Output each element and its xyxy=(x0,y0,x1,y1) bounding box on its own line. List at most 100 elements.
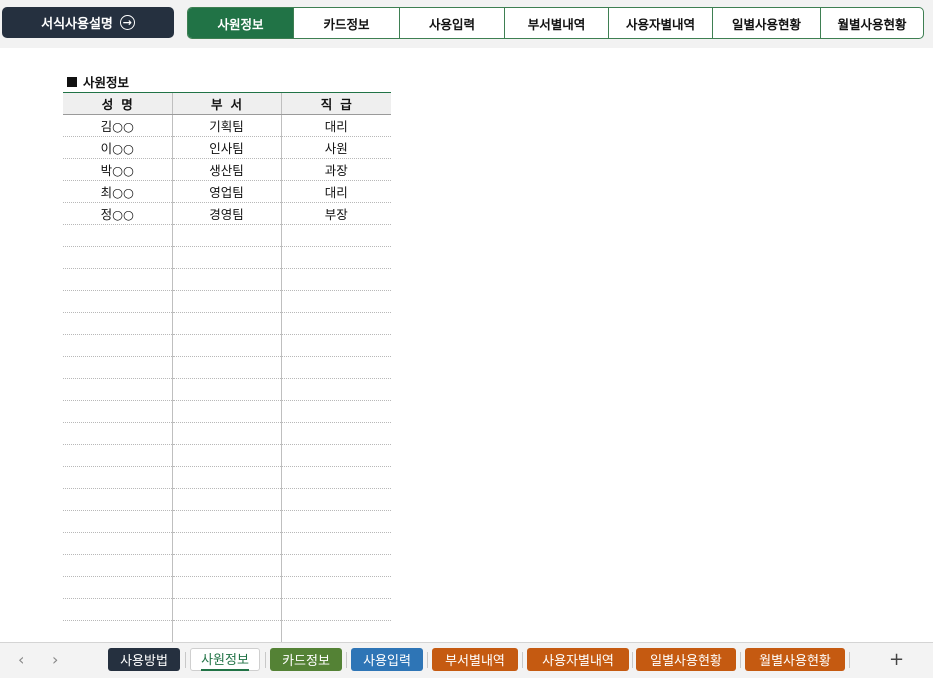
cell-department[interactable] xyxy=(171,510,281,533)
cell-position[interactable] xyxy=(280,576,391,599)
cell-position[interactable] xyxy=(280,334,391,357)
cell-department[interactable] xyxy=(171,268,281,291)
cell-name[interactable] xyxy=(63,598,172,621)
cell-position[interactable] xyxy=(280,378,391,401)
cell-department[interactable] xyxy=(171,378,281,401)
cell-name[interactable] xyxy=(63,246,172,269)
cell-position[interactable]: 대리 xyxy=(280,114,391,137)
tab-daily-status[interactable]: 일별사용현황 xyxy=(712,8,820,38)
sheet-tab-monthly-status[interactable]: 월별사용현황 xyxy=(745,648,845,671)
cell-name[interactable] xyxy=(63,488,172,511)
sheet-tab-how-to-use[interactable]: 사용방법 xyxy=(108,648,180,671)
cell-name[interactable] xyxy=(63,510,172,533)
cell-position[interactable] xyxy=(280,554,391,577)
cell-name[interactable] xyxy=(63,378,172,401)
cell-position[interactable] xyxy=(280,400,391,423)
cell-position[interactable] xyxy=(280,356,391,379)
add-sheet-icon[interactable]: + xyxy=(889,649,904,670)
tab-separator xyxy=(346,652,347,668)
cell-name[interactable] xyxy=(63,422,172,445)
cell-position[interactable] xyxy=(280,290,391,313)
cell-position[interactable]: 과장 xyxy=(280,158,391,181)
cell-position[interactable] xyxy=(280,246,391,269)
cell-position[interactable] xyxy=(280,532,391,555)
cell-department[interactable] xyxy=(171,488,281,511)
cell-position[interactable] xyxy=(280,510,391,533)
tab-dept-details[interactable]: 부서별내역 xyxy=(504,8,608,38)
tab-employee-info[interactable]: 사원정보 xyxy=(188,8,293,38)
cell-department[interactable] xyxy=(171,290,281,313)
guide-button-label: 서식사용설명 xyxy=(41,17,113,32)
tab-card-info[interactable]: 카드정보 xyxy=(293,8,399,38)
cell-position[interactable] xyxy=(280,620,391,643)
cell-name[interactable] xyxy=(63,576,172,599)
cell-position[interactable] xyxy=(280,444,391,467)
cell-department[interactable] xyxy=(171,312,281,335)
cell-department[interactable] xyxy=(171,224,281,247)
sheet-tab-dept-details[interactable]: 부서별내역 xyxy=(432,648,518,671)
cell-name[interactable] xyxy=(63,224,172,247)
sheet-tab-user-details[interactable]: 사용자별내역 xyxy=(527,648,629,671)
sheet-tab-employee-info[interactable]: 사원정보 xyxy=(190,648,260,671)
cell-department[interactable] xyxy=(171,246,281,269)
cell-position[interactable] xyxy=(280,488,391,511)
cell-department[interactable]: 경영팀 xyxy=(171,202,281,225)
cell-position[interactable] xyxy=(280,422,391,445)
cell-position[interactable] xyxy=(280,268,391,291)
cell-department[interactable] xyxy=(171,400,281,423)
cell-department[interactable]: 인사팀 xyxy=(171,136,281,159)
sheet-tab-daily-status[interactable]: 일별사용현황 xyxy=(636,648,736,671)
cell-position[interactable] xyxy=(280,224,391,247)
tab-separator xyxy=(522,652,523,668)
scroll-left-icon[interactable]: ‹ xyxy=(18,650,24,669)
cell-name[interactable] xyxy=(63,620,172,643)
tab-separator xyxy=(265,652,266,668)
sheet-tab-label: 사용방법 xyxy=(120,654,168,669)
cell-name[interactable]: 정○○ xyxy=(63,202,172,225)
table-row-empty xyxy=(63,554,391,577)
tab-usage-input[interactable]: 사용입력 xyxy=(399,8,504,38)
cell-name[interactable] xyxy=(63,466,172,489)
cell-name[interactable] xyxy=(63,400,172,423)
cell-name[interactable] xyxy=(63,312,172,335)
cell-department[interactable] xyxy=(171,532,281,555)
table-row: 최○○ 영업팀 대리 xyxy=(63,180,391,203)
cell-position[interactable] xyxy=(280,598,391,621)
cell-department[interactable] xyxy=(171,466,281,489)
sheet-tab-card-info[interactable]: 카드정보 xyxy=(270,648,342,671)
cell-name[interactable] xyxy=(63,532,172,555)
cell-name[interactable] xyxy=(63,290,172,313)
cell-name[interactable] xyxy=(63,444,172,467)
cell-name[interactable] xyxy=(63,334,172,357)
cell-department[interactable] xyxy=(171,620,281,643)
sheet-tab-usage-input[interactable]: 사용입력 xyxy=(351,648,423,671)
cell-department[interactable] xyxy=(171,334,281,357)
guide-button[interactable]: 서식사용설명 → xyxy=(2,7,174,38)
tab-user-details[interactable]: 사용자별내역 xyxy=(608,8,712,38)
square-bullet-icon xyxy=(67,76,77,87)
cell-position[interactable]: 대리 xyxy=(280,180,391,203)
tab-monthly-status[interactable]: 월별사용현황 xyxy=(820,8,923,38)
cell-department[interactable] xyxy=(171,356,281,379)
cell-position[interactable] xyxy=(280,466,391,489)
cell-department[interactable] xyxy=(171,422,281,445)
scroll-right-icon[interactable]: › xyxy=(52,650,58,669)
cell-name[interactable]: 이○○ xyxy=(63,136,172,159)
cell-department[interactable] xyxy=(171,444,281,467)
cell-department[interactable]: 기획팀 xyxy=(171,114,281,137)
cell-department[interactable]: 생산팀 xyxy=(171,158,281,181)
cell-name[interactable]: 김○○ xyxy=(63,114,172,137)
cell-department[interactable] xyxy=(171,576,281,599)
cell-department[interactable]: 영업팀 xyxy=(171,180,281,203)
cell-name[interactable]: 최○○ xyxy=(63,180,172,203)
sheet-tab-label: 일별사용현황 xyxy=(650,654,722,669)
cell-name[interactable] xyxy=(63,268,172,291)
cell-name[interactable] xyxy=(63,356,172,379)
cell-position[interactable]: 사원 xyxy=(280,136,391,159)
cell-position[interactable]: 부장 xyxy=(280,202,391,225)
cell-department[interactable] xyxy=(171,598,281,621)
cell-name[interactable] xyxy=(63,554,172,577)
cell-position[interactable] xyxy=(280,312,391,335)
cell-department[interactable] xyxy=(171,554,281,577)
cell-name[interactable]: 박○○ xyxy=(63,158,172,181)
